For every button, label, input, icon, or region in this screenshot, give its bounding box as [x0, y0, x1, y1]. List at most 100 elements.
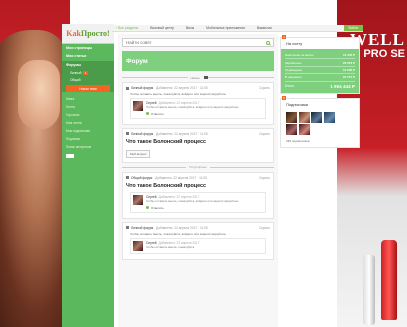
hide-post-link[interactable]: Скрыть — [259, 176, 270, 180]
sidebar-item-my-articles[interactable]: Мои статьи — [62, 52, 114, 60]
main-content: Форум Новые Личный форум Добавлено: 22 а… — [118, 34, 278, 327]
account-row-value: 12 000 Р — [342, 67, 355, 72]
subscribers-title[interactable]: Подписчики — [286, 102, 308, 107]
answer-body: Сергей Добавлено: 22 апреля 2017 Чтобы ос… — [146, 101, 263, 116]
sidebar-item-general-label: Общий — [70, 77, 81, 82]
account-title: На счету — [286, 41, 303, 46]
post-title[interactable]: Что такое Болонский процесс — [126, 139, 270, 145]
subscriber-avatar[interactable] — [311, 111, 322, 123]
subscribers-header: 5 Подписчики — [281, 95, 359, 110]
reply-link[interactable]: Ответить — [151, 112, 164, 116]
logo-part-1: Kak — [66, 29, 81, 38]
logo-part-2: Просто! — [80, 29, 110, 38]
post-answer: Сергей Добавлено: 22 апреля 2017 Чтобы ос… — [130, 191, 266, 213]
sidebar-item-forums[interactable]: Форумы — [62, 61, 114, 69]
logo-container[interactable]: KakПросто! — [62, 24, 114, 44]
post-category[interactable]: Личный форум — [131, 86, 153, 90]
sidebar-menu-item[interactable]: Лента — [62, 103, 114, 111]
answer-body: Сергей Добавлено: 22 апреля 2017 Чтобы ос… — [146, 195, 263, 210]
account-row: В ожидании 24 571 Р — [285, 74, 355, 82]
post-category[interactable]: Общий форум — [131, 176, 152, 180]
answer-text: Чтобы оставить мысль, пожалуйста, войдит… — [146, 105, 239, 109]
step-badge: 4 — [282, 35, 286, 39]
login-button[interactable]: Войти — [343, 25, 363, 31]
divider-line — [207, 77, 275, 78]
sidebar-item-my-pages[interactable]: Мои страницы — [62, 44, 114, 52]
sidebar-menu-item[interactable]: Книга — [62, 95, 114, 103]
post-header: Личный форум Добавлено: 22 апреля 2017 ·… — [126, 132, 270, 136]
ad-bottle-red — [381, 240, 397, 320]
sidebar-menu-item[interactable]: Подписки — [62, 135, 114, 143]
post-answer: Сергей Добавлено: 22 апреля 2017 Чтобы ос… — [130, 98, 266, 119]
avatar[interactable] — [133, 240, 143, 251]
post-title[interactable]: Что такое Болонский процесс — [126, 183, 270, 189]
account-total: Итого 1 904 444 Р — [285, 82, 355, 90]
divider-line — [122, 77, 189, 78]
divider-label[interactable]: Популярные — [186, 165, 209, 169]
post-meta: Добавлено: 22 апреля 2017 · 11:05 — [156, 131, 208, 136]
nav-item[interactable]: Мобильные приложения — [200, 26, 251, 30]
sidebar-menu-item[interactable]: Моя лента — [62, 119, 114, 127]
answer-author[interactable]: Сергей — [146, 241, 157, 245]
post-category[interactable]: Личный форум — [131, 226, 153, 230]
account-card: 4 На счету Накоплено за месяц 12 345 Р З… — [280, 35, 360, 94]
sidebar-toggle-button[interactable] — [66, 154, 74, 158]
sidebar-item-personal[interactable]: Личный 1 — [62, 69, 114, 76]
post-header: Личный форум Добавлено: 22 апреля 2017 ·… — [126, 86, 270, 90]
nav-item[interactable]: Визы — [180, 26, 200, 30]
forum-icon — [126, 86, 129, 90]
nav-item[interactable]: Вакансии — [251, 26, 278, 30]
subscribers-count[interactable]: 235 подписчиков — [281, 137, 359, 147]
ad-bottle-white — [363, 255, 375, 325]
reply-icon — [146, 206, 149, 210]
search-icon[interactable] — [266, 40, 270, 45]
post-answer: Сергей Добавлено: 22 апреля 2017 Чтобы ос… — [130, 237, 266, 254]
answer-text: Чтобы оставить мысль, пожалуйста, войдит… — [146, 198, 239, 203]
ad-model-face — [18, 60, 60, 130]
account-header: 4 На счету — [281, 35, 359, 49]
sidebar-item-personal-label: Личный — [70, 70, 82, 75]
sidebar-menu-item[interactable]: Мои подписчики — [62, 127, 114, 135]
account-row: Заработано 23 573 Р — [285, 59, 355, 67]
subscriber-avatar[interactable] — [286, 124, 297, 135]
my-question-button[interactable]: Мой вопрос — [126, 149, 151, 158]
post-text: Чтобы оставить мысль, пожалуйста, войдит… — [130, 92, 227, 96]
hide-post-link[interactable]: Скрыть — [259, 86, 270, 90]
avatar[interactable] — [133, 101, 143, 111]
subscriber-avatar[interactable] — [286, 111, 297, 123]
hide-post-link[interactable]: Скрыть — [259, 226, 270, 230]
feed-divider: Популярные — [122, 165, 275, 169]
subscribers-card: 5 Подписчики 235 подписчиков — [280, 95, 360, 148]
post-meta: Добавлено: 22 апреля 2017 · 11:05 — [156, 225, 208, 230]
forum-post: Личный форум Добавлено: 22 апреля 2017 ·… — [122, 221, 274, 260]
new-topic-button[interactable]: Новая тема — [66, 85, 110, 92]
answer-body: Сергей Добавлено: 22 апреля 2017 Чтобы ос… — [146, 241, 263, 251]
post-text: Чтобы оставить мысль, пожалуйста, войдит… — [130, 231, 227, 236]
sidebar-menu-item[interactable]: Гороскоп — [62, 111, 114, 119]
site-logo[interactable]: KakПросто! — [66, 29, 109, 38]
subscribers-grid — [281, 110, 359, 138]
sidebar-menu: Книга Лента Гороскоп Моя лента Мои подпи… — [62, 95, 114, 151]
subscriber-avatar[interactable] — [323, 111, 335, 123]
step-badge: 5 — [282, 95, 286, 100]
sidebar-menu-item[interactable]: Поиск интересов — [62, 143, 114, 151]
answer-text: Чтобы оставить мысль, пожалуйста — [146, 244, 195, 249]
answer-meta: Добавлено: 22 апреля 2017 — [158, 240, 200, 245]
hide-post-link[interactable]: Скрыть — [259, 132, 270, 136]
subscriber-avatar[interactable] — [298, 111, 310, 123]
divider-label[interactable]: Новые — [188, 76, 201, 80]
post-meta: Добавлено: 22 апреля 2017 · 11:05 — [155, 175, 207, 180]
sidebar-item-general[interactable]: Общий — [62, 76, 114, 83]
divider-line — [209, 167, 275, 168]
nav-all-sections[interactable]: ‹ Все разделы — [112, 26, 144, 30]
post-category[interactable]: Личный форум — [131, 132, 153, 136]
nav-item[interactable]: Визовый центр — [144, 26, 180, 30]
subscriber-avatar[interactable] — [298, 124, 310, 135]
ad-left-banner — [0, 0, 70, 327]
account-body: Накоплено за месяц 12 345 Р Заработано 2… — [281, 49, 359, 93]
avatar[interactable] — [133, 194, 143, 205]
forum-icon — [126, 176, 129, 180]
reply-link[interactable]: Ответить — [151, 206, 164, 210]
forum-post: Личный форум Добавлено: 22 апреля 2017 ·… — [122, 82, 274, 125]
search-input[interactable] — [126, 40, 266, 45]
